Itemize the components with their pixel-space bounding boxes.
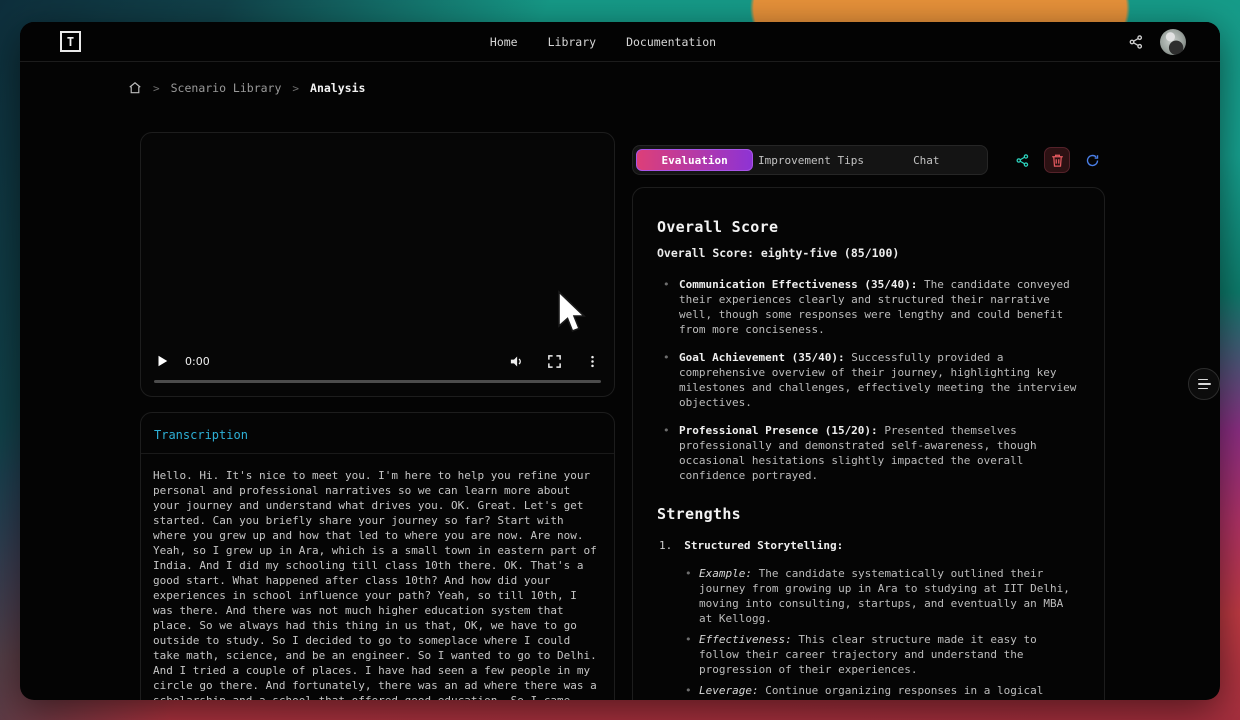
criterion-professional-presence: Professional Presence (15/20): Presented…: [657, 423, 1080, 483]
refresh-button[interactable]: [1079, 147, 1105, 173]
transcription-panel: Transcription Hello. Hi. It's nice to me…: [140, 412, 615, 700]
kebab-menu-icon[interactable]: [585, 354, 600, 369]
nav-documentation[interactable]: Documentation: [626, 35, 716, 49]
share-evaluation-button[interactable]: [1009, 147, 1035, 173]
criterion-goal-achievement: Goal Achievement (35/40): Successfully p…: [657, 350, 1080, 410]
user-avatar[interactable]: [1160, 29, 1186, 55]
left-column: 0:00 Transcription Hello. Hi. It's nice …: [140, 132, 615, 700]
right-column: Evaluation Improvement Tips Chat: [632, 132, 1105, 700]
fullscreen-icon[interactable]: [547, 354, 562, 369]
criterion-communication: Communication Effectiveness (35/40): The…: [657, 277, 1080, 337]
video-controls: 0:00: [155, 352, 600, 370]
main-content: 0:00 Transcription Hello. Hi. It's nice …: [140, 132, 1105, 700]
strength-item: 1. Structured Storytelling: Example: The…: [657, 539, 1080, 700]
chevron-right-icon: >: [153, 82, 160, 95]
tab-group: Evaluation Improvement Tips Chat: [632, 145, 988, 175]
main-nav: Home Library Documentation: [490, 35, 716, 49]
breadcrumb-scenario-library[interactable]: Scenario Library: [171, 81, 282, 95]
volume-icon[interactable]: [509, 354, 524, 369]
strength-point-effectiveness: Effectiveness: This clear structure made…: [683, 632, 1080, 677]
transcription-title: Transcription: [141, 413, 614, 454]
app-window: T Home Library Documentation > Scenario …: [20, 22, 1220, 700]
delete-button[interactable]: [1044, 147, 1070, 173]
strength-point-leverage: Leverage: Continue organizing responses …: [683, 683, 1080, 700]
list-icon: [1198, 388, 1208, 390]
breadcrumb: > Scenario Library > Analysis: [128, 78, 1220, 98]
video-player[interactable]: 0:00: [140, 132, 615, 397]
home-icon[interactable]: [128, 81, 142, 95]
side-panel-toggle-button[interactable]: [1188, 368, 1220, 400]
topbar-right: [1128, 29, 1186, 55]
strength-point-example: Example: The candidate systematically ou…: [683, 566, 1080, 626]
overall-score-value: Overall Score: eighty-five (85/100): [657, 246, 1080, 260]
top-bar: T Home Library Documentation: [20, 22, 1220, 62]
nav-home[interactable]: Home: [490, 35, 518, 49]
trash-icon: [1050, 153, 1065, 168]
list-icon: [1198, 383, 1211, 385]
strength-item-title: 1. Structured Storytelling:: [657, 539, 1080, 552]
criteria-list: Communication Effectiveness (35/40): The…: [657, 277, 1080, 483]
chevron-right-icon: >: [292, 82, 299, 95]
share-icon[interactable]: [1128, 34, 1144, 50]
tab-improvement-tips[interactable]: Improvement Tips: [753, 149, 868, 171]
breadcrumb-analysis: Analysis: [310, 81, 365, 95]
nav-library[interactable]: Library: [548, 35, 596, 49]
share-icon: [1015, 153, 1030, 168]
evaluation-panel: Overall Score Overall Score: eighty-five…: [632, 187, 1105, 700]
refresh-icon: [1085, 153, 1100, 168]
tab-actions: [1009, 147, 1105, 173]
strengths-heading: Strengths: [657, 505, 1080, 523]
list-icon: [1198, 379, 1208, 381]
video-time: 0:00: [185, 355, 210, 368]
video-progress-bar[interactable]: [154, 380, 601, 384]
app-logo[interactable]: T: [60, 31, 81, 52]
tab-row: Evaluation Improvement Tips Chat: [632, 145, 1105, 175]
video-controls-right: [509, 354, 600, 369]
transcription-text: Hello. Hi. It's nice to meet you. I'm he…: [141, 454, 614, 700]
play-button[interactable]: [155, 354, 169, 368]
tab-chat[interactable]: Chat: [869, 149, 984, 171]
strength-points: Example: The candidate systematically ou…: [657, 566, 1080, 700]
overall-score-heading: Overall Score: [657, 218, 1080, 236]
tab-evaluation[interactable]: Evaluation: [636, 149, 753, 171]
